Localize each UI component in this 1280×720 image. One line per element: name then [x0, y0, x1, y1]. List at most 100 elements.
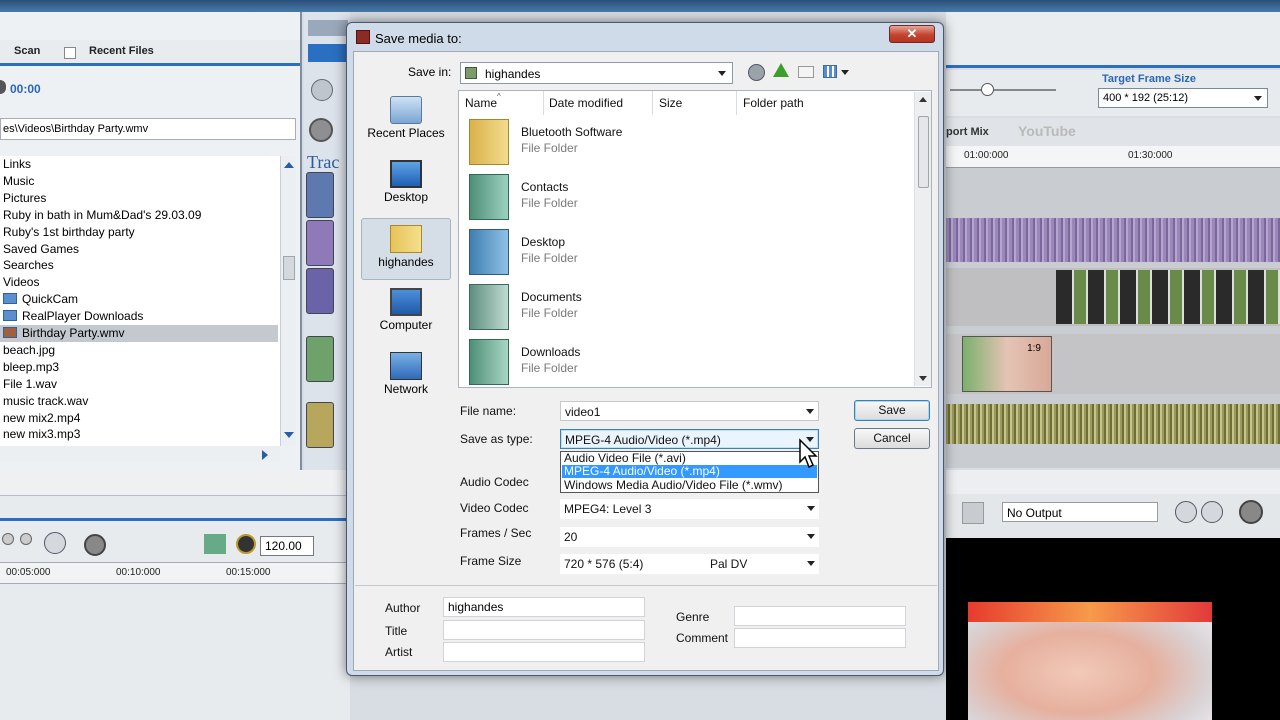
target-frame-size-select[interactable]: 400 * 192 (25:12) — [1098, 88, 1268, 108]
dropdown-option-mp4[interactable]: MPEG-4 Audio/Video (*.mp4) — [562, 465, 817, 478]
file-tree-item[interactable]: music track.wav — [3, 393, 88, 410]
save-output-icon[interactable] — [962, 502, 984, 524]
file-row[interactable]: Contacts File Folder — [467, 172, 907, 224]
author-field[interactable]: highandes — [443, 597, 645, 617]
save-in-select[interactable]: highandes — [460, 62, 733, 84]
track-chip[interactable] — [306, 220, 334, 266]
save-in-label: Save in: — [408, 65, 452, 79]
column-date-modified[interactable]: Date modified — [549, 96, 623, 110]
user-folder-icon — [390, 225, 422, 253]
file-tree-hscroll[interactable] — [0, 446, 280, 462]
place-computer[interactable]: Computer — [361, 282, 451, 344]
save-as-type-select[interactable]: MPEG-4 Audio/Video (*.mp4) — [560, 429, 819, 449]
file-tree-item[interactable]: Links — [3, 156, 31, 173]
artist-field[interactable] — [443, 642, 645, 662]
record-knob[interactable] — [309, 118, 333, 142]
cancel-button[interactable]: Cancel — [854, 428, 930, 449]
file-row[interactable]: Desktop File Folder — [467, 227, 907, 279]
tempo-field[interactable]: 120.00 — [260, 536, 314, 556]
tempo-knob[interactable] — [236, 534, 256, 554]
rewind-button[interactable] — [2, 533, 14, 545]
chevron-down-icon[interactable] — [841, 70, 849, 75]
tab-scan[interactable]: Scan — [14, 45, 40, 57]
file-row[interactable]: Downloads File Folder — [467, 337, 907, 389]
file-tree-item[interactable]: Ruby's 1st birthday party — [3, 224, 135, 241]
back-icon[interactable] — [748, 64, 765, 81]
file-tree-item[interactable]: new mix2.mp4 — [3, 410, 80, 427]
place-highandes[interactable]: highandes — [361, 218, 451, 280]
file-tree-item[interactable]: beach.jpg — [3, 342, 55, 359]
media-window-tab-active[interactable] — [308, 44, 348, 62]
save-button[interactable]: Save — [854, 400, 930, 421]
play-button[interactable] — [1201, 501, 1223, 523]
view-menu-icon[interactable] — [823, 65, 837, 78]
file-tree-item[interactable]: Searches — [3, 257, 54, 274]
column-folder-path[interactable]: Folder path — [743, 96, 804, 110]
current-path-field[interactable]: es\Videos\Birthday Party.wmv — [0, 118, 296, 140]
zoom-slider-thumb[interactable] — [981, 83, 994, 96]
stop-button[interactable] — [1175, 501, 1197, 523]
new-folder-icon[interactable] — [798, 66, 814, 78]
file-tree-item[interactable]: Videos — [3, 274, 39, 291]
tab-youtube[interactable]: YouTube — [1018, 123, 1076, 139]
picture-clip[interactable]: 1:9 — [962, 336, 1052, 392]
audio-waveform-lane[interactable] — [946, 218, 1280, 262]
column-size[interactable]: Size — [659, 96, 682, 110]
file-tree-item[interactable]: File 1.wav — [3, 376, 57, 393]
output-select[interactable]: No Output — [1002, 502, 1158, 522]
up-folder-icon[interactable] — [773, 63, 789, 77]
track-chip[interactable] — [306, 268, 334, 314]
preview-frame-top — [968, 602, 1212, 622]
column-separator[interactable] — [652, 91, 653, 115]
file-tree-item[interactable]: Ruby in bath in Mum&Dad's 29.03.09 — [3, 207, 201, 224]
music-waveform-lane[interactable] — [946, 404, 1280, 444]
column-separator[interactable] — [543, 91, 544, 115]
ruler-tick: 00:15:000 — [226, 567, 271, 578]
file-tree-item[interactable]: QuickCam — [3, 291, 78, 308]
file-list-scrollbar[interactable] — [914, 92, 931, 386]
skip-back-button[interactable] — [20, 533, 32, 545]
dropdown-option-wmv[interactable]: Windows Media Audio/Video File (*.wmv) — [562, 479, 817, 492]
loop-button[interactable] — [44, 532, 66, 554]
fps-select[interactable]: 20 — [560, 527, 819, 547]
file-tree-scrollbar[interactable] — [280, 156, 296, 446]
video-clip[interactable] — [1056, 270, 1280, 324]
file-tree-item[interactable]: RealPlayer Downloads — [3, 308, 143, 325]
file-tree-item[interactable]: new mix3.mp3 — [3, 426, 80, 443]
file-row[interactable]: Bluetooth Software File Folder — [467, 117, 907, 169]
zoom-slider-track[interactable] — [950, 89, 1056, 91]
metronome-icon[interactable] — [204, 534, 226, 554]
place-desktop[interactable]: Desktop — [361, 154, 451, 216]
record-button[interactable] — [1239, 500, 1263, 524]
file-tree-item[interactable]: bleep.mp3 — [3, 359, 59, 376]
place-network[interactable]: Network — [361, 346, 451, 408]
close-button[interactable]: ✕ — [889, 25, 935, 43]
file-tree-item-label: RealPlayer Downloads — [22, 309, 144, 324]
file-row[interactable]: Documents File Folder — [467, 282, 907, 334]
file-tree-item[interactable]: Saved Games — [3, 241, 79, 258]
title-field[interactable] — [443, 620, 645, 640]
column-separator[interactable] — [736, 91, 737, 115]
track-chip[interactable] — [306, 402, 334, 448]
scroll-thumb[interactable] — [918, 116, 929, 188]
genre-field[interactable] — [734, 606, 906, 626]
place-recent-places[interactable]: Recent Places — [361, 90, 451, 152]
file-tree-item[interactable]: Music — [3, 173, 34, 190]
frame-size-select[interactable]: 720 * 576 (5:4) Pal DV — [560, 554, 819, 574]
column-name[interactable]: Name — [465, 96, 497, 110]
tab-export-mix[interactable]: port Mix — [946, 126, 989, 138]
video-codec-select[interactable]: MPEG4: Level 3 — [560, 499, 819, 519]
file-tree-item[interactable]: Pictures — [3, 190, 46, 207]
video-codec-label: Video Codec — [460, 501, 529, 515]
file-name-input[interactable]: video1 — [560, 401, 819, 421]
track-chip[interactable] — [306, 336, 334, 382]
media-window-tab[interactable] — [308, 20, 348, 36]
file-tree-item-label: File 1.wav — [3, 376, 58, 391]
tab-recent-files[interactable]: Recent Files — [89, 45, 154, 57]
track-chip[interactable] — [306, 172, 334, 218]
file-tree-item[interactable]: Birthday Party.wmv — [0, 325, 278, 342]
comment-label: Comment — [676, 631, 729, 645]
record-button[interactable] — [84, 534, 106, 556]
stop-button[interactable] — [311, 79, 333, 101]
comment-field[interactable] — [734, 628, 906, 648]
